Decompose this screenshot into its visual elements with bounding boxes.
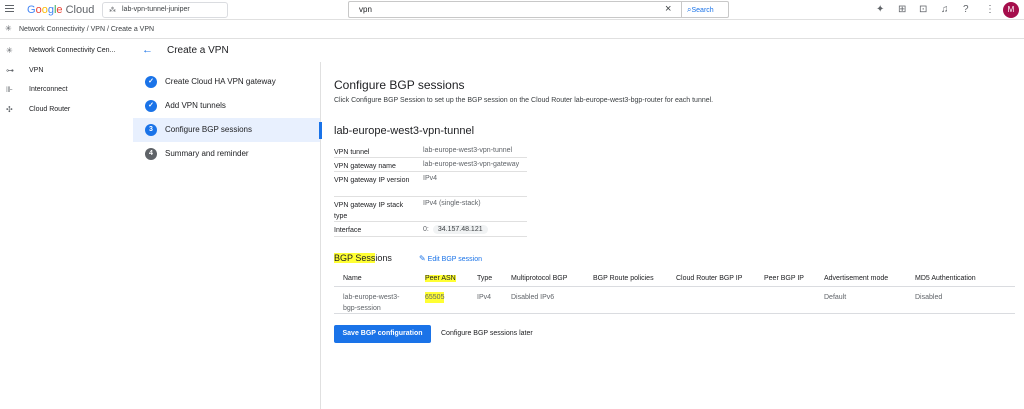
avatar[interactable]: M — [1003, 2, 1019, 18]
cloud-router-icon: ✣ — [6, 105, 13, 114]
clear-search-icon[interactable]: × — [665, 3, 671, 15]
detail-row: VPN gateway IP stack type IPv4 (single-s… — [334, 197, 527, 222]
configure-later-button[interactable]: Configure BGP sessions later — [441, 330, 533, 337]
network-connectivity-icon: ✳ — [5, 24, 12, 33]
detail-row: VPN gateway name lab-europe-west3-vpn-ga… — [334, 158, 527, 172]
step-number-4: 4 — [145, 148, 157, 160]
search-button[interactable]: ⌕Search — [681, 2, 728, 17]
breadcrumb-item-network-connectivity[interactable]: Network Connectivity — [19, 26, 85, 33]
search-box[interactable]: vpn × ⌕Search — [348, 1, 729, 18]
save-bgp-configuration-button[interactable]: Save BGP configuration — [334, 325, 431, 343]
terminal-icon[interactable]: ⊡ — [919, 4, 927, 15]
ip-chip: 34.157.48.121 — [432, 225, 488, 234]
gemini-icon[interactable]: ✦ — [876, 4, 884, 15]
gift-icon[interactable]: ⊞ — [898, 4, 906, 15]
section-description: Click Configure BGP Session to set up th… — [334, 97, 714, 104]
page-header: ← Create a VPN — [133, 40, 1024, 62]
help-icon[interactable]: ? — [963, 4, 969, 15]
interconnect-icon: ⊪ — [6, 85, 13, 94]
tunnel-title: lab-europe-west3-vpn-tunnel — [334, 125, 475, 137]
detail-row: Interface 0: 34.157.48.121 — [334, 222, 527, 237]
more-vert-icon[interactable]: ⋮ — [985, 4, 995, 15]
top-bar: Google Cloud ⁂ lab-vpn-tunnel-juniper vp… — [0, 0, 1024, 20]
edit-bgp-session-link[interactable]: ✎ Edit BGP session — [419, 254, 482, 263]
google-cloud-logo[interactable]: Google Cloud — [27, 4, 94, 16]
project-name: lab-vpn-tunnel-juniper — [122, 6, 190, 13]
sidebar-item-vpn[interactable]: ⊶ VPN — [0, 66, 133, 80]
detail-row: VPN tunnel lab-europe-west3-vpn-tunnel — [334, 144, 527, 158]
detail-row: VPN gateway IP version IPv4 — [334, 172, 527, 197]
project-picker[interactable]: ⁂ lab-vpn-tunnel-juniper — [102, 2, 228, 18]
breadcrumb-bar: ✳ Network Connectivity / VPN / Create a … — [0, 21, 1024, 39]
sidebar-item-network-connectivity[interactable]: ✳ Network Connectivity Cen... — [0, 46, 133, 60]
bgp-sessions-heading: BGP Sessions — [334, 253, 392, 263]
side-nav: ✳ Network Connectivity Cen... ⊶ VPN ⊪ In… — [0, 40, 133, 409]
sidebar-item-interconnect[interactable]: ⊪ Interconnect — [0, 85, 133, 99]
menu-icon[interactable] — [5, 5, 14, 14]
breadcrumb-item-create-vpn: Create a VPN — [110, 26, 155, 33]
network-connectivity-icon: ✳ — [6, 46, 13, 55]
table-header: Name Peer ASN Type Multiprotocol BGP BGP… — [334, 271, 1015, 287]
vpn-icon: ⊶ — [6, 66, 14, 75]
check-icon: ✓ — [145, 100, 157, 112]
step-number-3: 3 — [145, 124, 157, 136]
step-configure-bgp[interactable]: 3 Configure BGP sessions — [133, 118, 320, 142]
back-arrow-icon[interactable]: ← — [142, 44, 153, 56]
search-input[interactable]: vpn — [359, 5, 372, 14]
tunnel-indicator — [319, 122, 322, 139]
notifications-icon[interactable]: ♫ — [941, 4, 949, 15]
page-title: Create a VPN — [167, 45, 229, 56]
step-summary[interactable]: 4 Summary and reminder — [133, 142, 320, 166]
table-row[interactable]: lab-europe-west3- bgp-session 65505 IPv4 … — [334, 288, 1015, 314]
edit-icon: ✎ — [419, 254, 426, 263]
breadcrumb: Network Connectivity / VPN / Create a VP… — [19, 26, 155, 33]
check-icon: ✓ — [145, 76, 157, 88]
step-add-tunnels[interactable]: ✓ Add VPN tunnels — [133, 94, 320, 118]
wizard-stepper: ✓ Create Cloud HA VPN gateway ✓ Add VPN … — [133, 62, 321, 409]
breadcrumb-item-vpn[interactable]: VPN — [91, 26, 105, 33]
sidebar-item-cloud-router[interactable]: ✣ Cloud Router — [0, 105, 133, 119]
section-heading: Configure BGP sessions — [334, 78, 465, 92]
step-create-gateway[interactable]: ✓ Create Cloud HA VPN gateway — [133, 70, 320, 94]
project-icon: ⁂ — [109, 7, 116, 14]
